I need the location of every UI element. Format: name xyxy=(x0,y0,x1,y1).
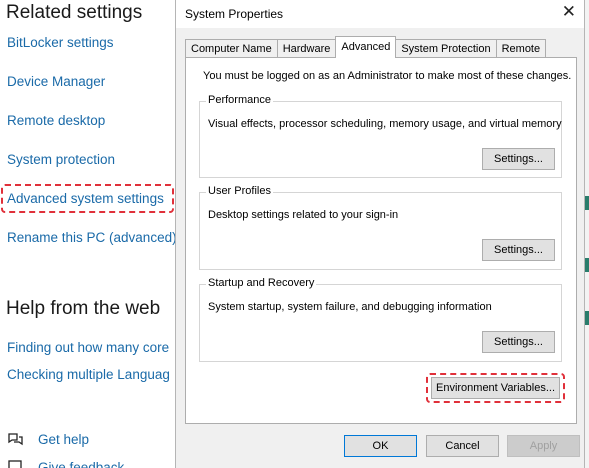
startup-recovery-description: System startup, system failure, and debu… xyxy=(208,301,492,313)
tab-strip: Computer Name Hardware Advanced System P… xyxy=(185,36,547,58)
startup-recovery-group: Startup and Recovery System startup, sys… xyxy=(199,277,562,362)
user-profiles-settings-button[interactable]: Settings... xyxy=(482,239,555,261)
admin-note: You must be logged on as an Administrato… xyxy=(203,70,572,82)
get-help-label: Get help xyxy=(38,431,90,447)
tab-advanced[interactable]: Advanced xyxy=(335,36,397,58)
settings-panel: Related settings BitLocker settings Devi… xyxy=(0,0,180,468)
user-profiles-group: User Profiles Desktop settings related t… xyxy=(199,185,562,270)
tab-hardware[interactable]: Hardware xyxy=(276,39,337,58)
link-bitlocker-settings[interactable]: BitLocker settings xyxy=(7,35,114,50)
edge-accent xyxy=(585,311,589,325)
performance-description: Visual effects, processor scheduling, me… xyxy=(208,118,562,130)
performance-settings-button[interactable]: Settings... xyxy=(482,148,555,170)
link-remote-desktop[interactable]: Remote desktop xyxy=(7,113,105,128)
give-feedback-label: Give feedback xyxy=(38,459,125,468)
performance-label: Performance xyxy=(206,94,273,106)
startup-recovery-label: Startup and Recovery xyxy=(206,277,317,289)
edge-accent xyxy=(585,258,589,272)
link-system-protection[interactable]: System protection xyxy=(7,152,115,167)
feedback-icon xyxy=(6,458,24,468)
apply-button[interactable]: Apply xyxy=(507,435,580,457)
link-advanced-system-settings[interactable]: Advanced system settings xyxy=(7,191,164,206)
link-rename-this-pc[interactable]: Rename this PC (advanced) xyxy=(7,230,177,245)
give-feedback-link[interactable]: Give feedback xyxy=(6,458,124,468)
tab-remote[interactable]: Remote xyxy=(495,39,547,58)
edge-accent xyxy=(585,196,589,210)
link-finding-cores[interactable]: Finding out how many core xyxy=(7,340,169,355)
help-chat-icon xyxy=(6,430,24,448)
system-properties-dialog: System Properties ✕ Computer Name Hardwa… xyxy=(175,0,585,468)
user-profiles-description: Desktop settings related to your sign-in xyxy=(208,209,399,221)
get-help-link[interactable]: Get help xyxy=(6,430,89,448)
user-profiles-label: User Profiles xyxy=(206,185,273,197)
advanced-tab-panel: You must be logged on as an Administrato… xyxy=(185,57,577,424)
dialog-titlebar[interactable]: System Properties ✕ xyxy=(176,0,584,28)
help-from-web-heading: Help from the web xyxy=(6,298,161,319)
environment-variables-button[interactable]: Environment Variables... xyxy=(431,377,560,399)
tab-system-protection[interactable]: System Protection xyxy=(395,39,497,58)
tab-computer-name[interactable]: Computer Name xyxy=(185,39,278,58)
dialog-title: System Properties xyxy=(185,7,284,21)
startup-recovery-settings-button[interactable]: Settings... xyxy=(482,331,555,353)
cancel-button[interactable]: Cancel xyxy=(426,435,499,457)
close-icon[interactable]: ✕ xyxy=(562,3,576,21)
link-device-manager[interactable]: Device Manager xyxy=(7,74,105,89)
ok-button[interactable]: OK xyxy=(344,435,417,457)
link-checking-languages[interactable]: Checking multiple Languag xyxy=(7,367,170,382)
related-settings-heading: Related settings xyxy=(6,2,143,23)
performance-group: Performance Visual effects, processor sc… xyxy=(199,94,562,178)
